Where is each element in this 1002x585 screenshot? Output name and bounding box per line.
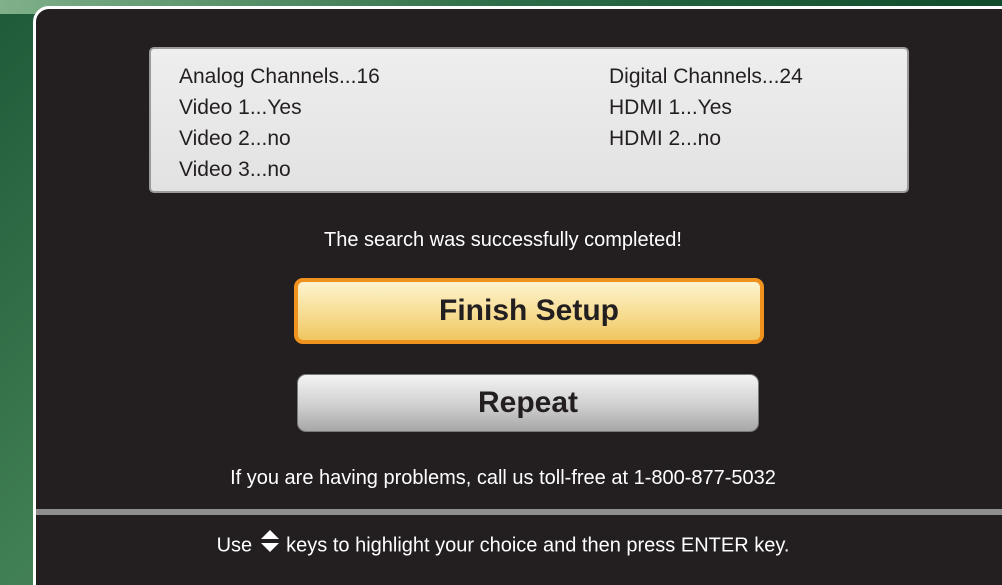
hdmi-2-result: HDMI 2...no: [609, 127, 722, 150]
results-right-column: Digital Channels...24 HDMI 1...Yes HDMI …: [609, 61, 803, 154]
search-complete-message: The search was successfully completed!: [324, 229, 682, 251]
video-2-result: Video 2...no: [179, 127, 291, 150]
hint-suffix: keys to highlight your choice and then p…: [286, 534, 790, 557]
up-down-arrow-icon: [260, 529, 280, 559]
divider: [36, 509, 1002, 515]
hint-prefix: Use: [216, 534, 253, 557]
finish-setup-button[interactable]: Finish Setup: [294, 278, 764, 344]
navigation-hint: Use keys to highlight your choice and the…: [36, 529, 970, 561]
repeat-button[interactable]: Repeat: [297, 374, 759, 432]
help-phone-message: If you are having problems, call us toll…: [230, 467, 776, 489]
hdmi-1-result: HDMI 1...Yes: [609, 96, 732, 119]
video-1-result: Video 1...Yes: [179, 96, 302, 119]
setup-dialog: Analog Channels...16 Video 1...Yes Video…: [33, 6, 1002, 585]
video-3-result: Video 3...no: [179, 158, 291, 181]
digital-channels-result: Digital Channels...24: [609, 65, 803, 88]
analog-channels-result: Analog Channels...16: [179, 65, 380, 88]
channel-search-results: Analog Channels...16 Video 1...Yes Video…: [149, 47, 909, 193]
results-left-column: Analog Channels...16 Video 1...Yes Video…: [179, 61, 380, 185]
